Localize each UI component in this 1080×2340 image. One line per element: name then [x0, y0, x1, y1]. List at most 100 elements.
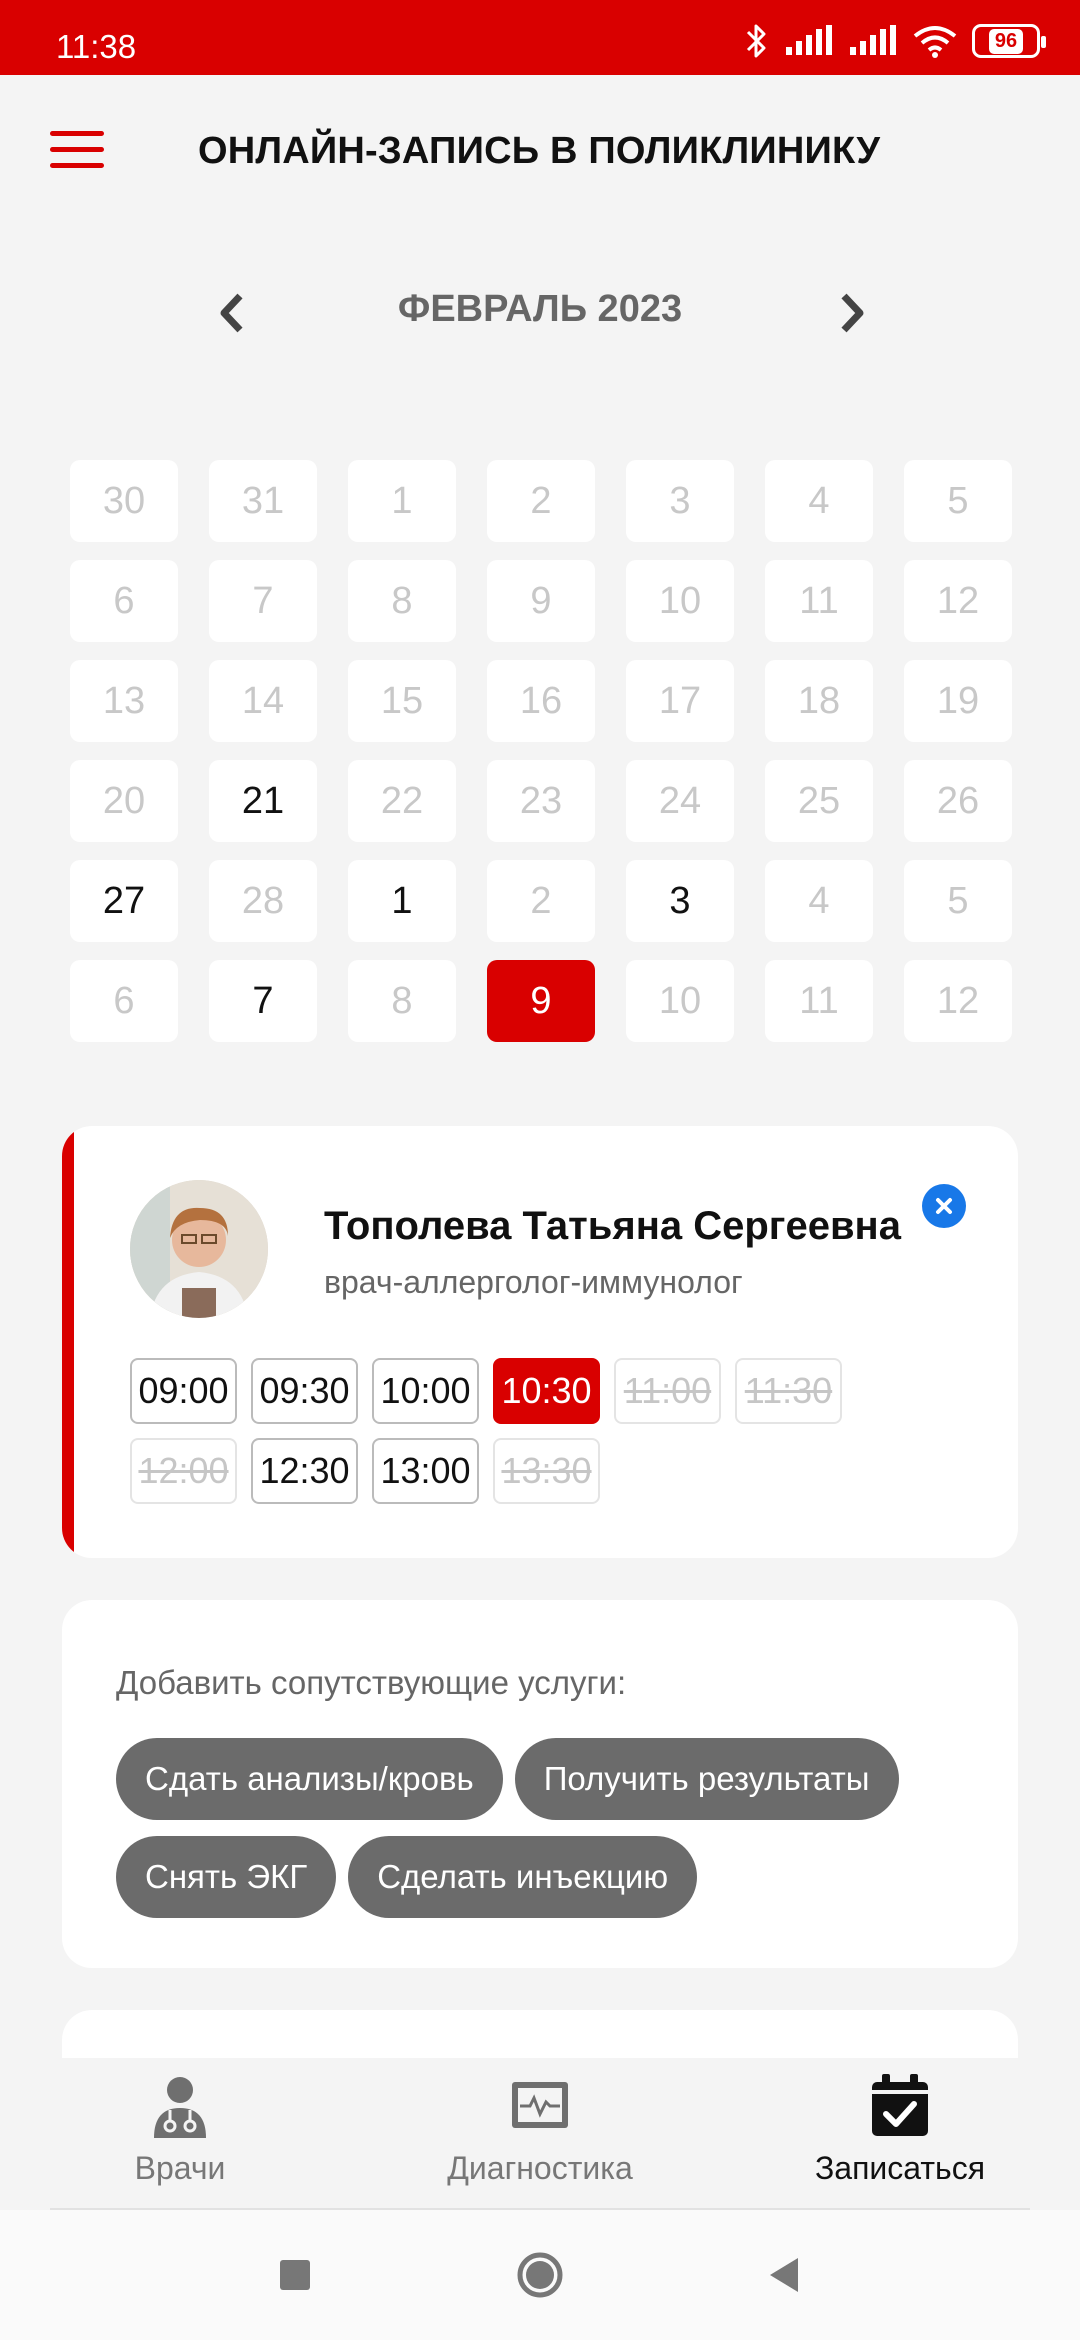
doctor-icon [154, 2077, 206, 2138]
time-slot[interactable]: 09:30 [251, 1358, 358, 1424]
month-label: ФЕВРАЛЬ 2023 [397, 288, 683, 330]
calendar-grid: 30 31 1 2 3 4 5 6 7 8 9 10 11 12 13 14 15 16 17 18 19 20 21 22 2… [70, 460, 1012, 1042]
system-navigation-bar [0, 2210, 1080, 2340]
calendar-day[interactable]: 1 [348, 860, 456, 942]
remove-doctor-button[interactable] [922, 1184, 966, 1228]
status-time: 11:38 [56, 28, 137, 65]
calendar-day: 3 [626, 460, 734, 542]
time-slot: 11:00 [614, 1358, 721, 1424]
tab-label: Записаться [814, 2150, 986, 2186]
time-slot: 12:00 [130, 1438, 237, 1504]
calendar-day: 12 [904, 960, 1012, 1042]
tab-doctors[interactable]: Врачи [0, 2058, 360, 2210]
calendar-day: 22 [348, 760, 456, 842]
calendar-day: 12 [904, 560, 1012, 642]
home-button[interactable] [515, 2250, 565, 2300]
service-chip[interactable]: Получить результаты [514, 1738, 899, 1820]
battery-level: 96 [988, 28, 1024, 54]
calendar-day: 11 [765, 560, 873, 642]
status-bar: 11:38 96 [0, 0, 1080, 75]
signal-icon [786, 25, 832, 55]
time-slots: 09:00 09:30 10:00 10:30 11:00 11:30 12:00 12:30… [130, 1358, 870, 1504]
calendar-day: 7 [209, 560, 317, 642]
calendar-day: 6 [70, 560, 178, 642]
chevron-right-icon [841, 293, 864, 333]
tab-book[interactable]: Записаться [720, 2058, 1080, 2210]
calendar-day: 26 [904, 760, 1012, 842]
service-chip[interactable]: Сделать инъекцию [348, 1836, 698, 1918]
calendar-day: 20 [70, 760, 178, 842]
tab-label: Диагностика [447, 2150, 633, 2186]
calendar-day: 6 [70, 960, 178, 1042]
back-button[interactable] [760, 2250, 810, 2300]
calendar-day: 14 [209, 660, 317, 742]
recents-button[interactable] [270, 2250, 320, 2300]
time-slot[interactable]: 10:00 [372, 1358, 479, 1424]
calendar-day: 28 [209, 860, 317, 942]
calendar-day: 24 [626, 760, 734, 842]
monitor-icon [512, 2082, 568, 2128]
bottom-tab-bar: Врачи Диагностика Записаться [0, 2058, 1080, 2210]
next-month-button[interactable] [826, 288, 876, 338]
page-title: ОНЛАЙН-ЗАПИСЬ В ПОЛИКЛИНИКУ [198, 130, 881, 172]
calendar-day: 16 [487, 660, 595, 742]
square-icon [280, 2260, 310, 2290]
time-slot: 13:30 [493, 1438, 600, 1504]
signal-icon [850, 25, 896, 55]
time-slot[interactable]: 13:00 [372, 1438, 479, 1504]
calendar-day-selected[interactable]: 9 [487, 960, 595, 1042]
calendar-day: 8 [348, 560, 456, 642]
calendar-day: 30 [70, 460, 178, 542]
doctor-name: Тополева Татьяна Сергеевна [324, 1204, 901, 1248]
calendar-day: 5 [904, 860, 1012, 942]
calendar-day[interactable]: 21 [209, 760, 317, 842]
calendar-day: 8 [348, 960, 456, 1042]
time-slot[interactable]: 09:00 [130, 1358, 237, 1424]
time-slot-selected[interactable]: 10:30 [493, 1358, 600, 1424]
calendar-day: 2 [487, 860, 595, 942]
time-slot: 11:30 [735, 1358, 842, 1424]
service-chip[interactable]: Сдать анализы/кровь [116, 1738, 503, 1820]
time-slot[interactable]: 12:30 [251, 1438, 358, 1504]
circle-icon [517, 2252, 563, 2298]
tab-diagnostics[interactable]: Диагностика [360, 2058, 720, 2210]
calendar-day: 13 [70, 660, 178, 742]
calendar-check-icon [872, 2074, 928, 2136]
calendar-day[interactable]: 3 [626, 860, 734, 942]
calendar-day: 15 [348, 660, 456, 742]
app-header: ОНЛАЙН-ЗАПИСЬ В ПОЛИКЛИНИКУ [0, 75, 1080, 235]
status-icons: 96 [744, 22, 1046, 60]
calendar-day: 23 [487, 760, 595, 842]
bluetooth-icon [746, 24, 766, 58]
calendar-day: 10 [626, 560, 734, 642]
calendar-day: 10 [626, 960, 734, 1042]
wifi-icon [913, 26, 957, 58]
doctor-avatar [130, 1180, 268, 1318]
calendar-day: 31 [209, 460, 317, 542]
calendar-day: 25 [765, 760, 873, 842]
service-chip[interactable]: Снять ЭКГ [116, 1836, 337, 1918]
doctor-card: Тополева Татьяна Сергеевна врач-аллергол… [62, 1126, 1018, 1558]
calendar-day: 19 [904, 660, 1012, 742]
calendar-day: 4 [765, 860, 873, 942]
services-label: Добавить сопутствующие услуги: [116, 1664, 627, 1701]
month-navigation: ФЕВРАЛЬ 2023 [0, 272, 1080, 352]
close-icon [936, 1198, 952, 1214]
calendar-day[interactable]: 27 [70, 860, 178, 942]
calendar-day: 11 [765, 960, 873, 1042]
tab-label: Врачи [134, 2150, 226, 2186]
calendar-day: 5 [904, 460, 1012, 542]
service-chips: Сдать анализы/кровь Получить результаты Сн… [116, 1738, 976, 1918]
triangle-back-icon [770, 2258, 798, 2292]
card-accent-bar [62, 1126, 74, 1558]
calendar-day: 18 [765, 660, 873, 742]
calendar-day: 4 [765, 460, 873, 542]
calendar-day: 2 [487, 460, 595, 542]
services-card: Добавить сопутствующие услуги: Сдать ана… [62, 1600, 1018, 1968]
calendar-day: 1 [348, 460, 456, 542]
hamburger-menu-icon[interactable] [50, 131, 104, 171]
calendar-day: 17 [626, 660, 734, 742]
doctor-specialty: врач-аллерголог-иммунолог [324, 1264, 743, 1300]
calendar-day[interactable]: 7 [209, 960, 317, 1042]
battery-icon: 96 [972, 24, 1046, 58]
